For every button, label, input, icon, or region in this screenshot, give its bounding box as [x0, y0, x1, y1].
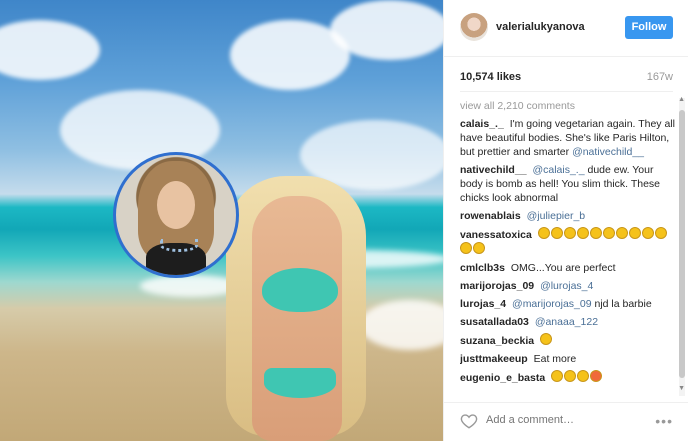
post-photo[interactable] [0, 0, 443, 441]
comment: justtmakeeup Eat more [460, 352, 676, 366]
likes-count[interactable]: 10,574 likes [460, 71, 521, 83]
comment: rowenablais @juliepier_b [460, 209, 676, 223]
comment-user[interactable]: marijorojas_09 [460, 280, 534, 292]
inset-necklace [160, 239, 198, 252]
comment-user[interactable]: vanessatoxica [460, 229, 532, 241]
view-all-comments-link[interactable]: view all 2,210 comments [460, 99, 676, 113]
post-header: valerialukyanova Follow [444, 0, 688, 57]
comment-mention[interactable]: @juliepier_b [527, 210, 586, 222]
comment-user[interactable]: susatallada03 [460, 316, 529, 328]
comment: suzana_beckia [460, 333, 676, 348]
comment-user[interactable]: justtmakeeup [460, 353, 528, 365]
emoji-icon [551, 370, 564, 382]
post-age[interactable]: 167w [647, 71, 673, 83]
inset-face [157, 181, 195, 229]
emoji-icon [577, 370, 590, 382]
comment: vanessatoxica [460, 227, 676, 257]
comment-user[interactable]: cmlclb3s [460, 262, 505, 274]
cloud [330, 0, 443, 60]
emoji-icon [654, 227, 667, 239]
emoji-icon [460, 242, 472, 254]
comment-user[interactable]: lurojas_4 [460, 298, 506, 310]
comment: marijorojas_09 @lurojas_4 [460, 279, 676, 293]
avatar[interactable] [460, 13, 488, 41]
emoji-icon [589, 227, 602, 239]
comment: nativechild__ @calais_._ dude ew. Your b… [460, 163, 676, 205]
wave-foam [140, 275, 240, 297]
emoji-icon [550, 227, 563, 239]
emoji-icon [564, 370, 577, 382]
comment: cmlclb3s OMG...You are perfect [460, 261, 676, 275]
emoji-icon [590, 370, 603, 382]
more-options-icon[interactable]: ••• [655, 413, 673, 429]
heart-icon[interactable] [460, 412, 478, 430]
bikini-bottom [264, 368, 336, 398]
emoji-icon [615, 227, 628, 239]
add-comment-input[interactable] [486, 414, 636, 426]
comment: calais_._ I'm going vegetarian again. Th… [460, 117, 676, 159]
comment-user[interactable]: calais_._ [460, 118, 504, 130]
inset-portrait [113, 152, 239, 278]
comments-list: view all 2,210 comments calais_._ I'm go… [460, 99, 676, 399]
emoji-icon [628, 227, 641, 239]
scroll-up-arrow-icon[interactable]: ▲ [678, 96, 685, 103]
comment-mention[interactable]: @anaaa_122 [535, 316, 598, 328]
username[interactable]: valerialukyanova [496, 21, 585, 33]
emoji-icon [537, 227, 550, 239]
comment-footer: ••• [444, 402, 688, 442]
comment-mention[interactable]: @marijorojas_09 [512, 298, 592, 310]
comment-user[interactable]: eugenio_e_basta [460, 372, 545, 384]
comment-text: OMG...You are perfect [510, 262, 616, 274]
emoji-icon [473, 242, 485, 254]
wave-foam [360, 300, 443, 350]
comment-emojis [551, 370, 603, 384]
comment: lurojas_4 @marijorojas_09 njd la barbie [460, 297, 676, 311]
divider [460, 91, 673, 92]
comment: susatallada03 @anaaa_122 [460, 315, 676, 329]
emoji-icon [602, 227, 615, 239]
emoji-icon [540, 333, 553, 345]
comment-emojis [540, 333, 553, 347]
emoji-icon [576, 227, 589, 239]
scroll-down-arrow-icon[interactable]: ▼ [678, 385, 685, 392]
comment-mention[interactable]: @nativechild__ [572, 146, 644, 158]
post-panel: valerialukyanova Follow 10,574 likes 167… [443, 0, 688, 441]
comment-mention[interactable]: @calais_._ [532, 164, 584, 176]
comment-text: njd la barbie [594, 298, 652, 310]
bikini-top [262, 268, 338, 312]
comment-user[interactable]: suzana_beckia [460, 335, 534, 347]
cloud [0, 20, 100, 80]
comment-user[interactable]: nativechild__ [460, 164, 527, 176]
emoji-icon [641, 227, 654, 239]
comment-mention[interactable]: @lurojas_4 [540, 280, 593, 292]
comment: eugenio_e_basta [460, 370, 676, 385]
scrollbar-thumb[interactable] [679, 110, 685, 378]
emoji-icon [563, 227, 576, 239]
comment-text: Eat more [533, 353, 577, 365]
follow-button[interactable]: Follow [625, 16, 673, 39]
model-body [252, 196, 342, 441]
comment-user[interactable]: rowenablais [460, 210, 521, 222]
